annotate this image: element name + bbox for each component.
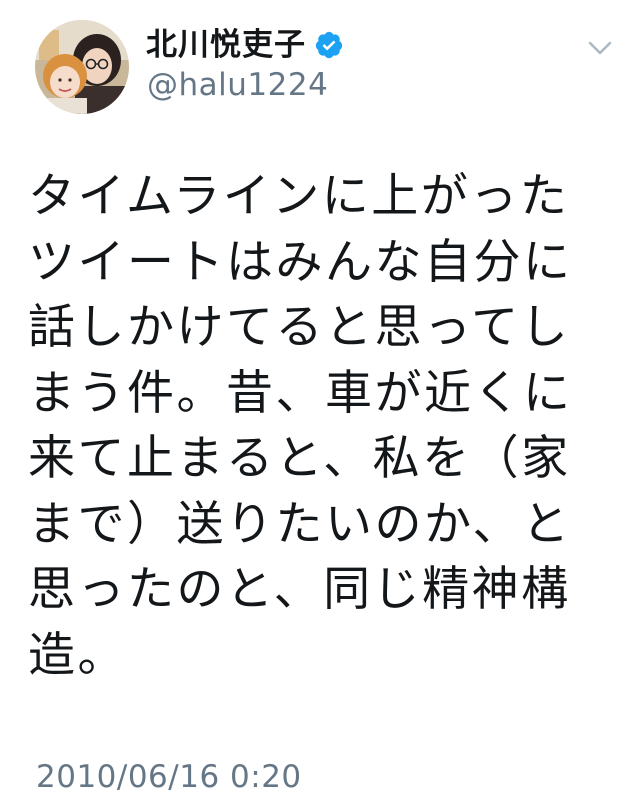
chevron-down-icon[interactable] xyxy=(586,38,614,58)
tweet-text-line: 思ったのと、同じ精神構 xyxy=(28,562,571,617)
tweet-text-line: 話しかけてると思ってし xyxy=(28,300,571,355)
tweet-text-line: まう件。昔、車が近くに xyxy=(28,365,573,421)
tweet: 北川悦吏子 @halu1224 タイムラインに上がった ツイートはみんな自分に … xyxy=(0,0,639,806)
tweet-text-line: タイムラインに上がった xyxy=(28,169,570,224)
tweet-text-line: まで）送りたいのか、と xyxy=(28,496,572,552)
user-handle[interactable]: @halu1224 xyxy=(147,70,328,101)
display-name[interactable]: 北川悦吏子 xyxy=(146,29,306,61)
tweet-text: タイムラインに上がった ツイートはみんな自分に 話しかけてると思ってし まう件。… xyxy=(28,164,628,688)
tweet-text-line: 造。 xyxy=(28,627,127,683)
tweet-text-line: ツイートはみんな自分に xyxy=(28,234,573,290)
avatar[interactable] xyxy=(35,20,129,114)
tweet-text-line: 来て止まると、私を（家 xyxy=(28,431,571,486)
profile-photo-icon xyxy=(35,20,129,114)
verified-badge-icon xyxy=(314,30,344,60)
tweet-timestamp[interactable]: 2010/06/16 0:20 xyxy=(36,762,302,793)
user-name-row[interactable]: 北川悦吏子 xyxy=(146,24,344,66)
